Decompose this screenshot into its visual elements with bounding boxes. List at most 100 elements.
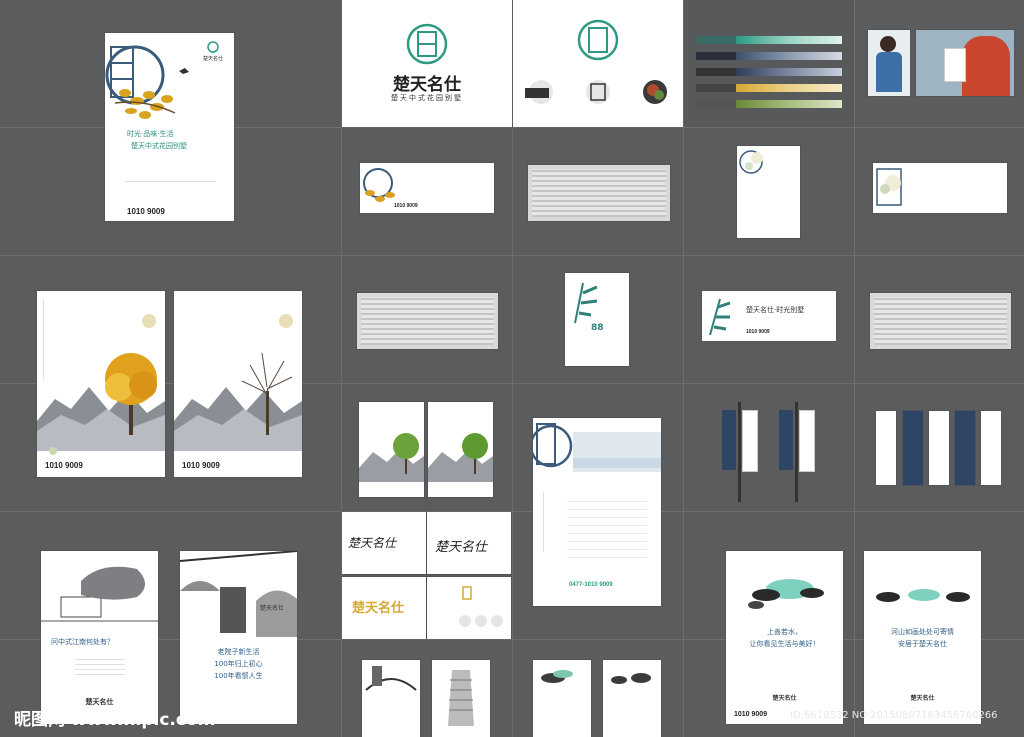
poster-lake: 0477-1010 9009 (533, 418, 661, 606)
poster-sketch-house: 问中式江南何处有？ 楚天名仕 (41, 551, 158, 724)
body-text-lines (75, 655, 125, 675)
logo-badge-icons (459, 586, 503, 627)
poster-line: 老院子新生活 (217, 648, 260, 656)
poster-small-bridge (362, 660, 420, 737)
hanging-flag (876, 411, 896, 485)
poster-small-ink (533, 660, 591, 737)
hotline-number: 1010 9009 (734, 711, 768, 718)
hotline-number: 0477-1010 9009 (569, 582, 613, 588)
hotline-number: 1010 9009 (182, 461, 220, 470)
poster-islands: 河山如画处处可寄情 安居于楚天名仕 楚天名仕 (864, 551, 981, 724)
watermark-site: 昵图网 www.nipic.com (14, 710, 216, 730)
poster-bare-tree: 1010 9009 (174, 291, 302, 477)
flower-illustration (739, 150, 763, 174)
mist-stones-illustration (748, 579, 824, 609)
banner-headline: 楚天名仕·时光别墅 (746, 306, 805, 314)
calligraphy-logo: 楚天名仕 (435, 540, 488, 555)
lamp-pole-banner (779, 402, 815, 502)
palette-swatch (736, 84, 842, 92)
islands-illustration (876, 589, 970, 602)
color-palette-card (684, 0, 854, 127)
green-tree-landscape (359, 433, 424, 482)
poster-line: 安居于楚天名仕 (898, 640, 947, 648)
banner-flower (873, 163, 1007, 213)
hotline-number: 1010 9009 (746, 329, 770, 335)
vertical-copy (543, 492, 564, 552)
poster-green-tree (428, 402, 493, 497)
photo-model-man (916, 30, 1014, 96)
bare-tree-landscape (174, 314, 302, 451)
model-shirt (962, 36, 1010, 96)
palette-swatch (736, 52, 842, 60)
poster-small-ink (603, 660, 661, 737)
lake-landscape (533, 423, 661, 472)
photo-model-woman (868, 30, 910, 96)
model-head (880, 36, 896, 52)
logo-badge-card (427, 577, 511, 639)
logo-variations-card (513, 0, 683, 127)
price-badge: 88 (591, 323, 604, 333)
newspaper-ad (528, 165, 670, 221)
logo-card: 楚天名仕 楚天中式花园别墅 (342, 0, 512, 127)
palette-swatch (736, 68, 842, 76)
calligraphy-logo-card: 楚天名仕 (427, 512, 511, 574)
brand-name: 楚天名仕 (772, 695, 797, 702)
poster-line: 河山如画处处可寄情 (891, 628, 954, 636)
sketch-house-illustration (41, 566, 158, 622)
brand-tagline: 楚天中式花园别墅 (131, 142, 187, 150)
poster-courtyard: 楚天名仕 老院子新生活 100年归上初心 100年看惯人生 (180, 551, 297, 724)
poster-headline: 问中式江南何处有？ (51, 638, 114, 646)
poster-flower (737, 146, 800, 238)
ink-landscape-illustration (541, 670, 573, 683)
handheld-card (944, 48, 966, 82)
stairs-illustration (448, 670, 474, 726)
grid-line (0, 255, 1024, 256)
courtyard-illustration (180, 551, 297, 637)
newspaper-columns (874, 297, 1007, 345)
banner-bamboo: 楚天名仕·时光别墅 1010 9009 (702, 291, 836, 341)
bamboo-illustration (709, 298, 731, 336)
newspaper-columns (361, 297, 494, 345)
palette-swatch (736, 100, 842, 108)
hotline-number: 1010 9009 (127, 207, 165, 216)
poster-line: 上善若水， (767, 628, 802, 636)
gold-logo-card: 楚天名仕 (342, 577, 426, 639)
newspaper-columns (532, 169, 666, 217)
ink-landscape-illustration (611, 673, 651, 684)
hanging-flag (903, 411, 923, 485)
banner-autumn: 1010 9009 (360, 163, 494, 213)
gold-logo: 楚天名仕 (352, 601, 405, 616)
poster-line: 让你看见生活与美好！ (749, 640, 820, 648)
calligraphy-logo-card: 楚天名仕 (342, 512, 426, 574)
green-tree-landscape (428, 433, 493, 482)
palette-swatch (696, 52, 736, 60)
lamp-pole-banner (722, 402, 758, 502)
poster-line: 100年看惯人生 (214, 672, 263, 680)
poster-golden-tree: 1010 9009 (37, 291, 165, 477)
grid-line (0, 511, 1024, 512)
logo-tagline: 楚天中式花园别墅 (391, 94, 463, 102)
poster-green-tree (359, 402, 424, 497)
hanging-flag (929, 411, 949, 485)
calligraphy-logo: 楚天名仕 (348, 536, 397, 550)
logo-wordmark: 楚天名仕 (393, 75, 461, 95)
hotline-number: 1010 9009 (45, 461, 83, 470)
hotline-number: 1010 9009 (394, 203, 418, 209)
newspaper-ad (870, 293, 1011, 349)
palette-swatch (696, 100, 736, 108)
vertical-copy (43, 299, 78, 379)
brand-name: 楚天名仕 (203, 56, 224, 62)
logo-variations-illustration (525, 19, 667, 104)
watermark-id: ID:6618532 NO:20150807163456760266 (790, 710, 998, 721)
model-body (876, 52, 902, 92)
poster-bamboo: 88 (565, 273, 629, 366)
palette-swatch (696, 84, 736, 92)
palette-swatch (696, 36, 736, 44)
body-text-lines (567, 498, 647, 558)
brand-name: 楚天名仕 (260, 605, 285, 612)
body-text-lines (125, 181, 215, 194)
poster-autumn: 楚天名仕 时光·品味·生活 楚天中式花园别墅 1010 9009 (105, 33, 234, 221)
poster-headline: 时光·品味·生活 (127, 130, 174, 138)
newspaper-ad (357, 293, 498, 349)
poster-mist-stones: 上善若水， 让你看见生活与美好！ 楚天名仕 1010 9009 (726, 551, 843, 724)
